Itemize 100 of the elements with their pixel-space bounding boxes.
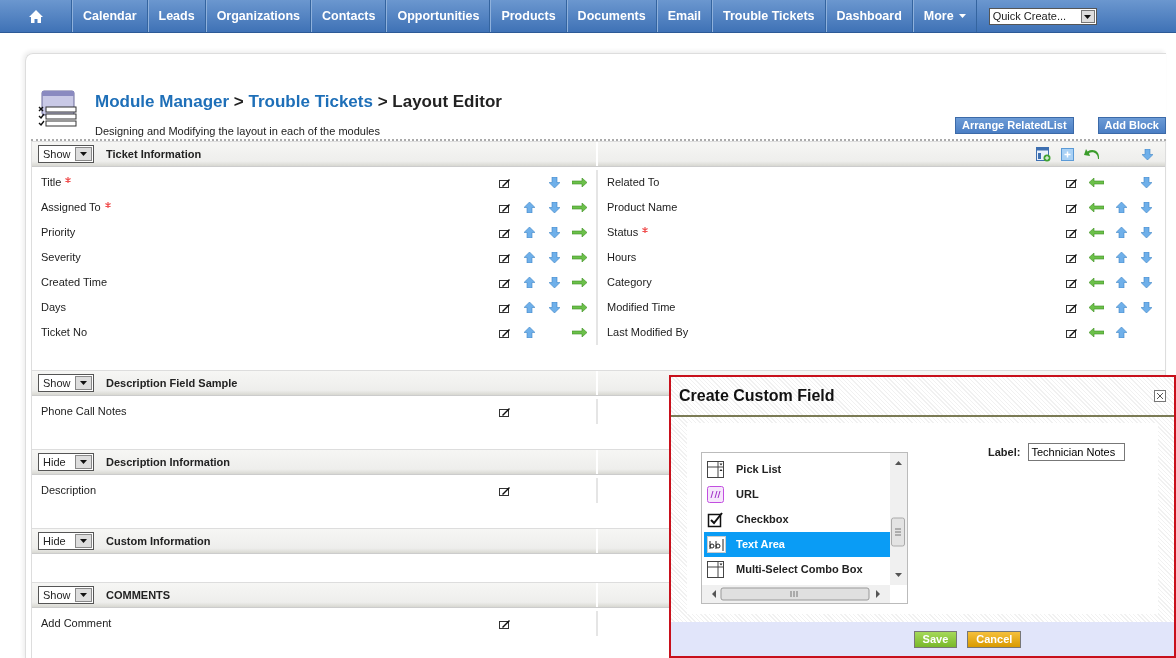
arrow-up-icon[interactable] [1116,227,1127,238]
save-button[interactable]: Save [913,630,958,648]
field-type-option[interactable]: Pick List [704,457,890,482]
arrow-down-icon[interactable] [1141,227,1152,238]
arrow-up-icon[interactable] [524,227,535,238]
edit-icon[interactable] [499,177,510,188]
close-icon[interactable] [1154,390,1166,402]
arrow-right-icon[interactable] [572,278,587,287]
visibility-select[interactable]: Show [38,374,94,392]
nav-link[interactable]: Dashboard [825,0,913,32]
nav-link[interactable]: Calendar [72,0,148,32]
arrow-up-icon[interactable] [524,202,535,213]
add-icon[interactable] [1061,147,1074,161]
edit-icon[interactable] [1066,227,1077,238]
arrange-related-list-button[interactable]: Arrange RelatedList [955,117,1074,134]
arrow-down-icon[interactable] [1142,148,1153,160]
caret-icon [1084,14,1092,19]
field-label: Status [607,226,639,239]
arrow-down-icon[interactable] [549,202,560,213]
visibility-select[interactable]: Hide [38,453,94,471]
cancel-button[interactable]: Cancel [967,630,1022,648]
visibility-select[interactable]: Show [38,145,94,163]
arrow-right-icon[interactable] [572,253,587,262]
arrow-right-icon[interactable] [572,203,587,212]
nav-link[interactable]: Contacts [311,0,387,32]
arrow-down-icon[interactable] [549,277,560,288]
arrow-down-icon[interactable] [1141,277,1152,288]
arrow-right-icon[interactable] [572,303,587,312]
arrow-up-icon[interactable] [1116,252,1127,263]
nav-link[interactable]: Trouble Tickets [712,0,826,32]
breadcrumb-link[interactable]: Module Manager [95,92,230,111]
edit-icon[interactable] [499,202,510,213]
quick-create-select[interactable]: Quick Create... [988,8,1097,25]
more-menu[interactable]: More [912,0,977,32]
nav-link[interactable]: Products [490,0,567,32]
add-field-icon[interactable] [1036,146,1051,162]
arrow-up-icon[interactable] [524,327,535,338]
edit-icon[interactable] [1066,252,1077,263]
edit-icon[interactable] [1066,177,1077,188]
breadcrumb-text: > Layout Editor [377,92,502,111]
arrow-right-icon[interactable] [572,328,587,337]
arrow-up-icon[interactable] [524,302,535,313]
edit-icon[interactable] [499,618,510,629]
visibility-select[interactable]: Show [38,586,94,604]
field-type-option[interactable]: Multi-Select Combo Box [704,557,890,582]
edit-icon[interactable] [499,406,510,417]
field-type-option[interactable]: Text Area [704,532,890,557]
edit-icon[interactable] [1066,327,1077,338]
checkbox-icon [707,511,726,528]
arrow-left-icon[interactable] [1089,303,1104,312]
label-field[interactable]: Technician Notes [1028,443,1126,461]
field-type-list[interactable]: Pick List URL Checkbox Text Area Multi-Select Combo Box [701,452,908,604]
home-icon[interactable] [27,8,44,24]
arrow-left-icon[interactable] [1089,278,1104,287]
nav-link[interactable]: Opportunities [386,0,491,32]
edit-icon[interactable] [499,277,510,288]
visibility-select[interactable]: Hide [38,532,94,550]
nav-link[interactable]: Email [656,0,713,32]
breadcrumb-link[interactable]: Trouble Tickets [248,92,373,111]
edit-icon[interactable] [499,485,510,496]
arrow-down-icon[interactable] [549,302,560,313]
arrow-up-icon[interactable] [1116,202,1127,213]
arrow-down-icon[interactable] [549,177,560,188]
nav-link[interactable]: Documents [566,0,657,32]
arrow-down-icon[interactable] [1141,252,1152,263]
caret-icon [80,152,87,156]
block-title: Custom Information [106,533,211,549]
arrow-down-icon[interactable] [1141,202,1152,213]
arrow-up-icon[interactable] [524,277,535,288]
edit-icon[interactable] [1066,277,1077,288]
arrow-down-icon[interactable] [1141,302,1152,313]
arrow-up-icon[interactable] [1116,302,1127,313]
arrow-left-icon[interactable] [1089,203,1104,212]
breadcrumb-text: > [233,92,244,111]
arrow-down-icon[interactable] [1141,177,1152,188]
arrow-up-icon[interactable] [1116,327,1127,338]
field-type-option[interactable]: URL [704,482,890,507]
arrow-down-icon[interactable] [549,227,560,238]
arrow-right-icon[interactable] [572,228,587,237]
arrow-right-icon[interactable] [572,178,587,187]
field-type-option[interactable]: Checkbox [704,507,890,532]
arrow-down-icon[interactable] [549,252,560,263]
arrow-left-icon[interactable] [1089,253,1104,262]
edit-icon[interactable] [499,327,510,338]
edit-icon[interactable] [1066,302,1077,313]
add-block-button[interactable]: Add Block [1097,117,1166,134]
edit-icon[interactable] [499,227,510,238]
arrow-up-icon[interactable] [524,252,535,263]
text-area-icon [707,536,726,553]
arrow-up-icon[interactable] [1116,277,1127,288]
edit-icon[interactable] [499,252,510,263]
edit-icon[interactable] [1066,202,1077,213]
edit-icon[interactable] [499,302,510,313]
undo-icon[interactable] [1084,148,1100,160]
nav-link[interactable]: Leads [147,0,206,32]
arrow-left-icon[interactable] [1089,178,1104,187]
arrow-left-icon[interactable] [1089,228,1104,237]
nav-link[interactable]: Organizations [205,0,311,32]
arrow-left-icon[interactable] [1089,328,1104,337]
label-caption: Label: [988,444,1021,460]
